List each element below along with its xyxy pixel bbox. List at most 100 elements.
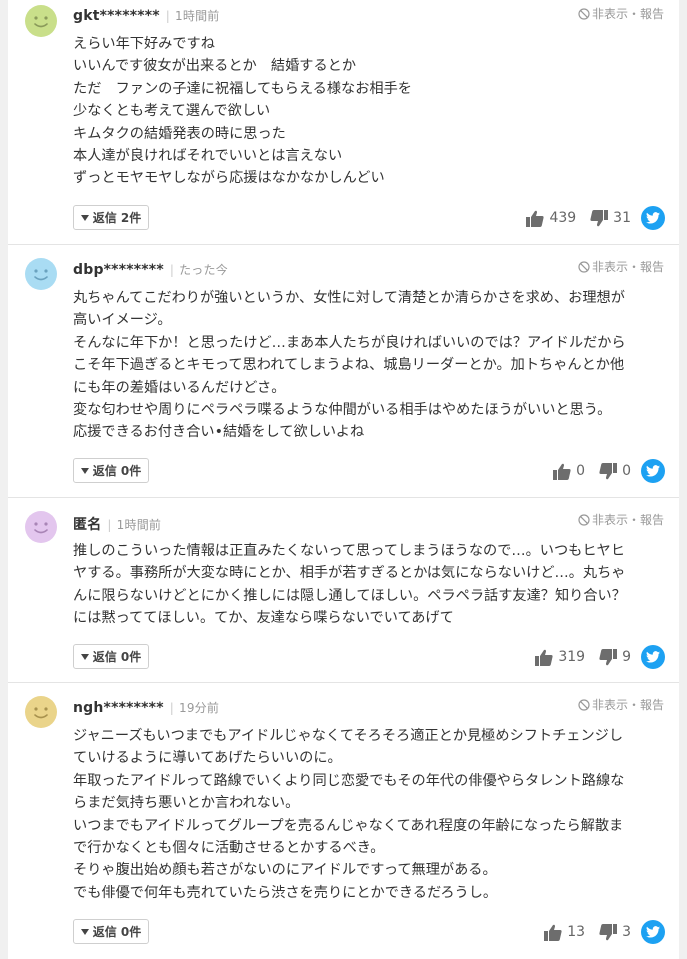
comment-item: 匿名 | 1時間前 非表示・報告 推しのこういった情報は正直みたくないって思ってしま… (8, 498, 679, 682)
comment-item: gkt******** | 1時間前 非表示・報告 えらい年下好みですね いいんです… (8, 0, 679, 244)
comment-line: 丸ちゃんてこだわりが強いというか、女性に対して清楚とか清らかさを求め、お理想が (73, 290, 625, 306)
comment-line: 本人達が良ければそれでいいとは言えない (73, 148, 343, 165)
caret-down-icon (80, 214, 89, 221)
reply-label: 返信 0件 (92, 925, 142, 939)
comment-header: ngh******** | 19分前 (73, 699, 219, 716)
thumbs-up-icon (544, 924, 562, 941)
twitter-share-button[interactable] (641, 206, 665, 230)
report-label: 非表示・報告 (591, 260, 664, 274)
block-icon (578, 260, 590, 273)
report-label: 非表示・報告 (591, 513, 664, 527)
comment-line: こそ年下過ぎるとキモって思われてしまうよね、城島リーダーとか。加トちゃんとか他 (73, 357, 625, 374)
timestamp: 1時間前 (116, 518, 162, 532)
twitter-share-button[interactable] (641, 920, 665, 944)
report-label: 非表示・報告 (591, 7, 664, 21)
twitter-icon (646, 926, 660, 938)
separator: | (107, 518, 112, 532)
twitter-share-button[interactable] (641, 645, 665, 669)
thumbs-down-icon (599, 648, 618, 665)
comment-line: んに限らないけどとにかく推しには隠し通してほしい。ペラペラ話す友達？知り合い？ (73, 587, 626, 604)
separator: | (169, 263, 175, 277)
comment-line: で行かなくとも個々に活動させるとかするべき。 (73, 840, 385, 857)
thumbs-up-icon (535, 649, 553, 666)
caret-down-icon (80, 928, 89, 935)
username[interactable]: ngh******** (73, 700, 164, 716)
comment-body: ジャニーズもいつまでもアイドルじゃなくてそろそろ適正とか見極めシフトチェンジし … (73, 725, 668, 904)
comment-line: 年取ったアイドルって路線でいくより同じ恋愛でもその年代の俳優やらタレント路線な (73, 772, 625, 789)
comment-header: 匿名 | 1時間前 (73, 514, 161, 534)
smiley-face-icon (25, 696, 57, 728)
username[interactable]: dbp******** (73, 262, 164, 278)
comment-line: ただ ファンの子達に祝福してもらえる様なお相手を (73, 80, 412, 97)
avatar[interactable] (25, 5, 57, 37)
dislike-count: 3 (622, 924, 631, 940)
comment-line: ずっとモヤモヤしながら応援はなかなかしんどい (73, 170, 385, 187)
hide-report-link[interactable]: 非表示・報告 (578, 5, 664, 22)
comment-line: いつまでもアイドルってグループを売るんじゃなくてあれ程度の年齢になったら解散ま (73, 817, 624, 834)
dislike-button[interactable]: 0 (599, 462, 631, 480)
comment-line: えらい年下好みですね (73, 36, 215, 52)
username[interactable]: 匿名 (73, 517, 101, 533)
like-count: 0 (576, 463, 586, 479)
avatar[interactable] (25, 511, 57, 543)
comment-header: gkt******** | 1時間前 (73, 7, 219, 24)
dislike-count: 31 (613, 210, 631, 226)
comment-line: そりゃ腹出始め顔も若さがないのにアイドルですって無理がある。 (73, 862, 497, 879)
smiley-face-icon (25, 258, 57, 290)
like-button[interactable]: 319 (535, 649, 585, 666)
comment-line: ジャニーズもいつまでもアイドルじゃなくてそろそろ適正とか見極めシフトチェンジし (73, 728, 624, 744)
like-button[interactable]: 0 (553, 463, 585, 480)
separator: | (165, 9, 171, 23)
twitter-icon (646, 465, 660, 477)
comment-list: gkt******** | 1時間前 非表示・報告 えらい年下好みですね いいんです… (8, 0, 679, 959)
username[interactable]: gkt******** (73, 8, 160, 24)
comment-header: dbp******** | たった今 (73, 261, 228, 278)
caret-down-icon (80, 467, 89, 474)
dislike-count: 9 (622, 649, 631, 665)
hide-report-link[interactable]: 非表示・報告 (578, 511, 664, 528)
reply-label: 返信 2件 (92, 211, 142, 225)
comment-item: dbp******** | たった今 非表示・報告 丸ちゃんてこだわりが強いというか… (8, 245, 679, 497)
dislike-button[interactable]: 31 (590, 209, 631, 227)
reply-button[interactable]: 返信 0件 (73, 919, 149, 944)
hide-report-link[interactable]: 非表示・報告 (578, 696, 664, 713)
reply-button[interactable]: 返信 2件 (73, 205, 149, 230)
comment-actions: 439 31 (526, 206, 665, 230)
dislike-button[interactable]: 9 (599, 648, 631, 666)
comment-line: にも年の差婚はいるんだけどさ。 (73, 379, 286, 396)
thumbs-up-icon (526, 210, 545, 227)
comment-actions: 13 3 (544, 920, 665, 944)
comment-body: えらい年下好みですね いいんです彼女が出来るとか 結婚するとか ただ ファンの子… (73, 33, 668, 190)
twitter-share-button[interactable] (641, 459, 665, 483)
comment-line: でも俳優で何年も売れていたら渋さを売りにとかできるだろうし。 (73, 884, 498, 901)
twitter-icon (646, 212, 660, 224)
reply-button[interactable]: 返信 0件 (73, 458, 149, 483)
like-button[interactable]: 13 (544, 924, 585, 941)
reply-label: 返信 0件 (92, 650, 142, 664)
comment-line: 高いイメージ。 (73, 312, 172, 329)
reply-button[interactable]: 返信 0件 (73, 644, 149, 669)
comment-line: 変な匂わせや周りにペラペラ喋るような仲間がいる相手はやめたほうがいいと思う。 (73, 402, 612, 419)
comment-line: らまだ気持ち悪いとか言われない。 (73, 795, 300, 812)
avatar[interactable] (25, 696, 57, 728)
block-icon (578, 7, 590, 20)
timestamp: 19分前 (178, 701, 220, 715)
like-button[interactable]: 439 (526, 210, 576, 227)
smiley-face-icon (25, 5, 57, 37)
comment-line: には黙っててほしい。てか、友達なら喋らないでいてあげて (73, 610, 454, 627)
timestamp: たった今 (179, 263, 228, 277)
avatar[interactable] (25, 258, 57, 290)
hide-report-link[interactable]: 非表示・報告 (578, 258, 664, 275)
like-count: 439 (549, 210, 577, 226)
comment-line: 推しのこういった情報は正直みたくないって思ってしまうほうなので…。いつもヒヤヒ (73, 543, 625, 559)
separator: | (169, 701, 174, 715)
comment-line: ヤする。事務所が大変な時にとか、相手が若すぎるとかは気にならないけど…。丸ちゃ (73, 565, 626, 582)
comment-body: 推しのこういった情報は正直みたくないって思ってしまうほうなので…。いつもヒヤヒ … (73, 540, 668, 630)
reply-label: 返信 0件 (92, 464, 142, 478)
like-count: 319 (558, 649, 586, 665)
comment-line: キムタクの結婚発表の時に思った (73, 125, 286, 142)
timestamp: 1時間前 (175, 9, 220, 23)
dislike-button[interactable]: 3 (599, 923, 631, 941)
comment-line: いいんです彼女が出来るとか 結婚するとか (73, 58, 357, 75)
thumbs-up-icon (553, 463, 571, 480)
